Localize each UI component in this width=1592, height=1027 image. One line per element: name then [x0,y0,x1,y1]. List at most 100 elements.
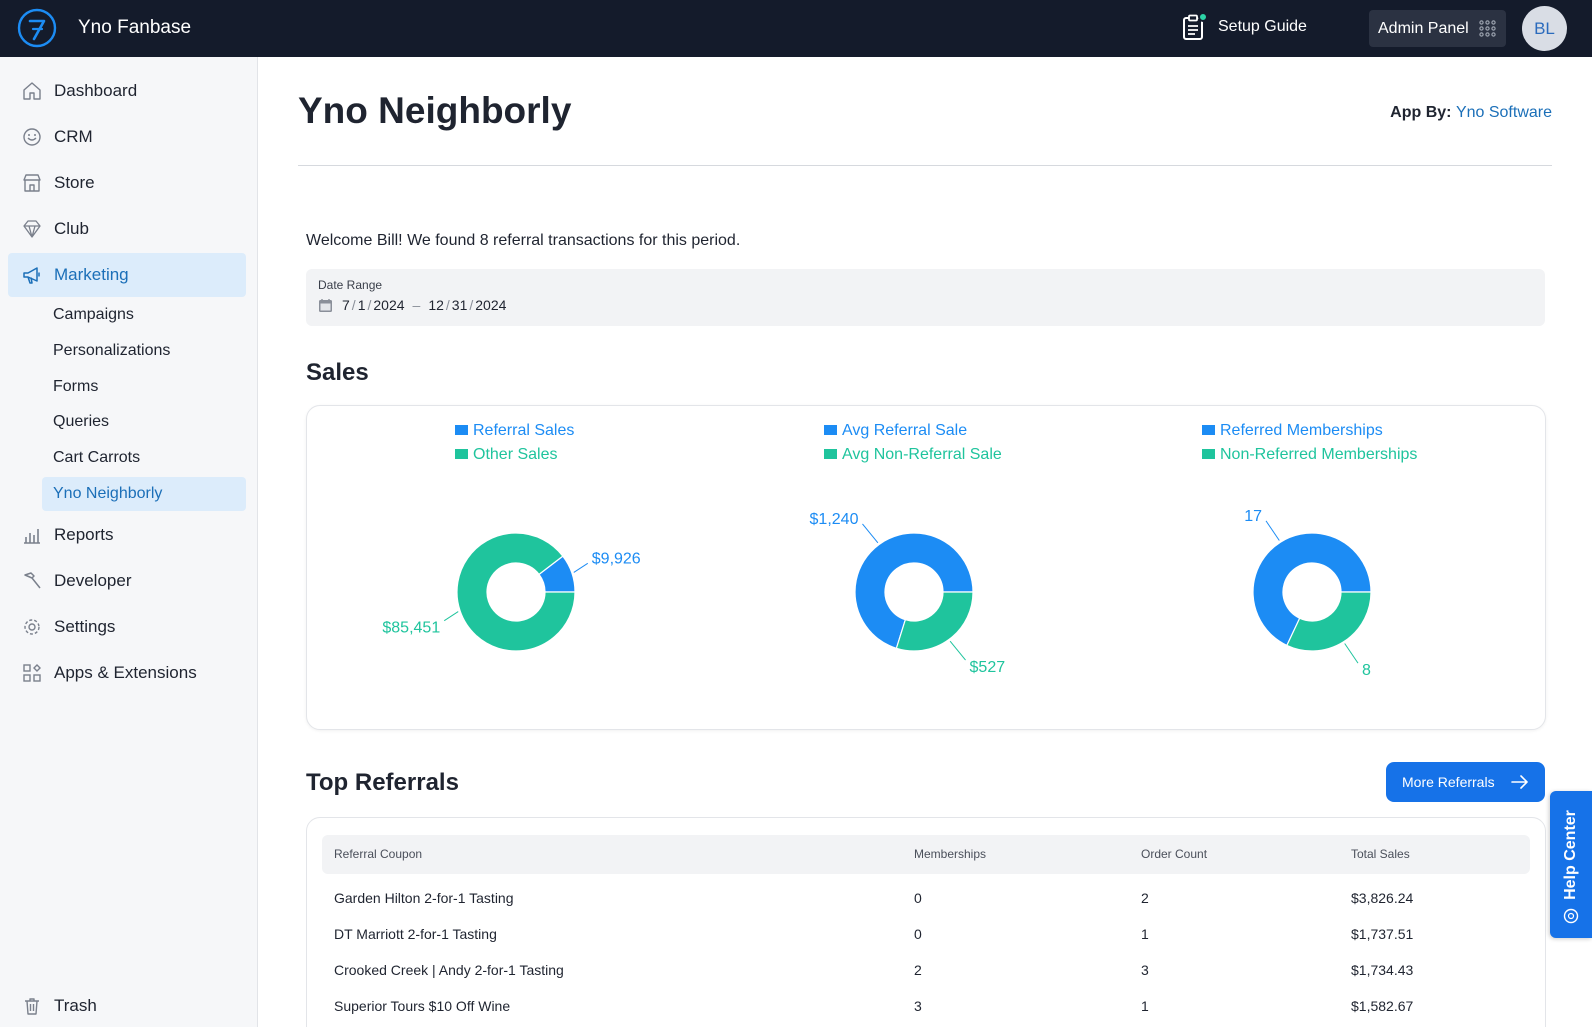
cell-coupon: Crooked Creek | Andy 2-for-1 Tasting [334,962,564,978]
start-month[interactable]: 7 [342,297,350,313]
brand-name[interactable]: Yno Fanbase [78,17,191,39]
sidebar-item-label: Club [54,219,89,238]
top-referrals-title: Top Referrals [306,769,459,796]
app-vendor-link[interactable]: Yno Software [1456,104,1552,121]
date-range-value[interactable]: 7/ 1/ 2024 – 12/ 31/ 2024 [318,297,506,313]
cell-order-count: 3 [1141,962,1149,978]
table-row[interactable]: Crooked Creek | Andy 2-for-1 Tasting 2 3… [322,953,1530,989]
gear-icon [22,617,42,637]
cell-order-count: 1 [1141,998,1149,1014]
page-title: Yno Neighborly [298,90,572,131]
sidebar-subitem-yno-neighborly[interactable]: Yno Neighborly [42,477,246,511]
legend-label: Referred Memberships [1220,422,1383,439]
sidebar-subitem-campaigns[interactable]: Campaigns [42,298,246,332]
help-center-tab[interactable]: Help Center [1550,791,1592,938]
table-row[interactable]: Superior Tours $10 Off Wine 3 1 $1,582.6… [322,989,1530,1025]
sidebar-subitem-cart-carrots[interactable]: Cart Carrots [42,441,246,475]
sidebar-item-label: CRM [54,127,93,146]
bar-chart-icon [22,525,42,545]
column-header[interactable]: Total Sales [1351,847,1410,861]
start-day[interactable]: 1 [358,297,366,313]
start-year[interactable]: 2024 [373,297,404,313]
sidebar-item-label: Reports [54,525,114,544]
sidebar-subitem-personalizations[interactable]: Personalizations [42,334,246,368]
setup-guide-label: Setup Guide [1218,18,1307,35]
sidebar-item-label: Marketing [54,265,129,284]
sidebar-subitem-queries[interactable]: Queries [42,405,246,439]
diamond-icon [22,219,42,239]
table-row[interactable]: DT Marriott 2-for-1 Tasting 0 1 $1,737.5… [322,917,1530,953]
smile-icon [22,127,42,147]
admin-panel-label: Admin Panel [1378,19,1469,37]
sidebar-item-marketing[interactable]: Marketing [8,253,246,297]
cell-total-sales: $3,826.24 [1351,890,1414,906]
cell-coupon: Garden Hilton 2-for-1 Tasting [334,890,514,906]
app-by: App By: Yno Software [1390,104,1552,122]
more-referrals-label: More Referrals [1402,774,1495,790]
user-avatar[interactable]: BL [1522,6,1567,51]
sidebar-item-settings[interactable]: Settings [8,605,246,649]
trash-icon [22,996,42,1016]
table-row[interactable]: Garden Hilton 2-for-1 Tasting 0 2 $3,826… [322,881,1530,917]
help-center-label: Help Center [1562,810,1579,900]
sidebar-item-reports[interactable]: Reports [8,513,246,557]
hammer-icon [22,571,42,591]
end-month[interactable]: 12 [428,297,444,313]
more-referrals-button[interactable]: More Referrals [1386,762,1545,802]
cell-order-count: 2 [1141,890,1149,906]
cell-coupon: DT Marriott 2-for-1 Tasting [334,926,497,942]
app-by-label: App By: [1390,104,1452,121]
admin-panel-button[interactable]: Admin Panel [1369,10,1506,47]
sidebar-item-crm[interactable]: CRM [8,115,246,159]
sales-charts-card: Referral Sales Other Sales $9,926 $85,451 A… [306,405,1546,730]
welcome-message: Welcome Bill! We found 8 referral transa… [306,232,741,249]
label-leader-line [1265,520,1280,541]
legend-item[interactable]: Referred Memberships [1202,422,1383,439]
donut-slice[interactable] [1286,591,1372,652]
legend-label: Non-Referred Memberships [1220,446,1417,463]
cell-memberships: 0 [914,926,922,942]
date-range-picker[interactable]: Date Range 7/ 1/ 2024 – 12/ 31/ 2024 [306,269,1545,326]
sidebar-item-developer[interactable]: Developer [8,559,246,603]
end-year[interactable]: 2024 [475,297,506,313]
label-leader-line [1344,643,1359,664]
sidebar-item-store[interactable]: Store [8,161,246,205]
sidebar-item-label: Developer [54,571,132,590]
top-referrals-table: Referral Coupon Memberships Order Count … [306,817,1546,1027]
cell-memberships: 3 [914,998,922,1014]
sidebar-item-label: Settings [54,617,116,636]
app-grid-icon [1479,20,1496,37]
cell-memberships: 2 [914,962,922,978]
yno-logo-icon[interactable] [17,8,57,48]
sidebar-item-club[interactable]: Club [8,207,246,251]
sidebar-item-label: Store [54,173,95,192]
column-header[interactable]: Order Count [1141,847,1207,861]
data-label: 8 [1362,662,1371,679]
donut-chart-svg: Referred Memberships Non-Referred Members… [1202,422,1417,679]
apps-icon [22,663,42,683]
column-header[interactable]: Referral Coupon [334,847,422,861]
end-day[interactable]: 31 [452,297,468,313]
cell-total-sales: $1,582.67 [1351,998,1414,1014]
column-header[interactable]: Memberships [914,847,986,861]
sidebar-item-dashboard[interactable]: Dashboard [8,69,246,113]
cell-order-count: 1 [1141,926,1149,942]
cell-total-sales: $1,734.43 [1351,962,1414,978]
home-icon [22,81,42,101]
legend-swatch [1202,449,1215,459]
sidebar-item-apps-extensions[interactable]: Apps & Extensions [8,651,246,695]
donut-chart-memberships: Referred Memberships Non-Referred Members… [307,406,1547,736]
top-bar: Yno Fanbase Setup Guide Admin Panel BL [0,0,1592,57]
help-icon [1563,908,1579,924]
sales-section-title: Sales [306,359,369,386]
setup-guide-button[interactable]: Setup Guide [1182,12,1307,40]
date-range-label: Date Range [318,278,383,292]
cell-coupon: Superior Tours $10 Off Wine [334,998,511,1014]
legend-item[interactable]: Non-Referred Memberships [1202,446,1417,463]
sidebar-item-label: Apps & Extensions [54,663,197,682]
table-header: Referral Coupon Memberships Order Count … [322,835,1530,874]
header-divider [298,165,1552,166]
clipboard-icon [1182,12,1208,40]
sidebar-subitem-forms[interactable]: Forms [42,370,246,404]
sidebar-item-trash[interactable]: Trash [8,984,246,1027]
